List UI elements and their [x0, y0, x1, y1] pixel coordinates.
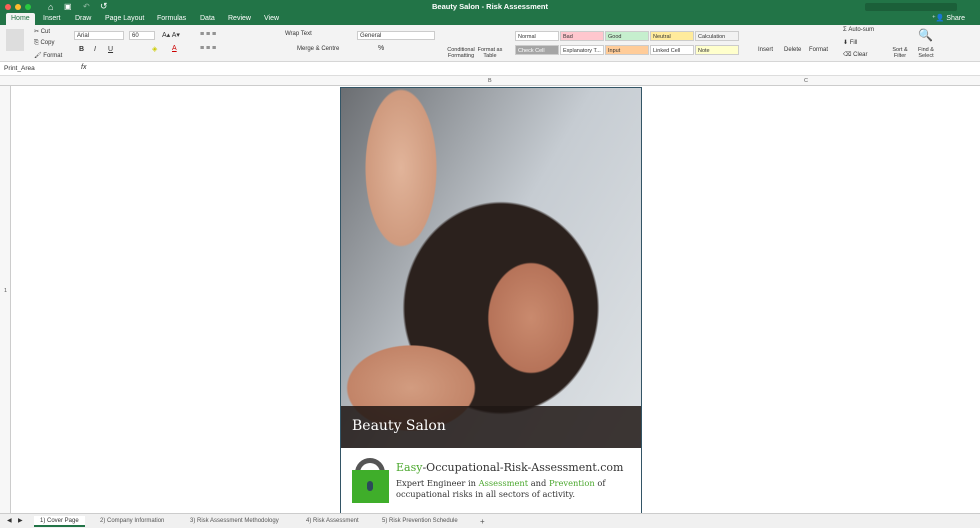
- name-box[interactable]: Print_Area: [4, 65, 35, 72]
- sheet-tab-risk-assessment-methodology[interactable]: 3) Risk Assessment Methodology: [184, 516, 285, 527]
- font-size-select[interactable]: 60: [129, 31, 155, 40]
- row-headers: 1: [0, 86, 11, 513]
- increase-font-button[interactable]: A▴ A▾: [162, 31, 180, 39]
- tagline-assessment: Assessment: [478, 478, 529, 488]
- ribbon: ✂ Cut ⎘ Copy 🖌 Format Arial 60 A▴ A▾ B I…: [0, 25, 980, 62]
- fx-icon: fx: [81, 64, 87, 71]
- column-header-c[interactable]: C: [804, 78, 808, 84]
- beauty-salon-photo: [341, 88, 641, 448]
- format-label: Format: [43, 53, 63, 59]
- tagline: Expert Engineer in Assessment and Preven…: [396, 478, 636, 500]
- percent-button[interactable]: %: [378, 45, 384, 52]
- tab-data[interactable]: Data: [195, 13, 220, 25]
- row-header-1[interactable]: 1: [4, 288, 7, 294]
- cell-style-linked-cell[interactable]: Linked Cell: [650, 45, 694, 55]
- format-painter-button[interactable]: 🖌 Format: [34, 52, 62, 59]
- copy-button[interactable]: ⎘ Copy: [34, 40, 54, 47]
- cell-style-good[interactable]: Good: [605, 31, 649, 41]
- bold-button[interactable]: B: [79, 46, 84, 53]
- fill-label: Fill: [849, 40, 858, 46]
- scroll-tabs-left-icon[interactable]: ◀: [7, 517, 12, 524]
- sheet-tab-cover-page[interactable]: 1) Cover Page: [34, 516, 85, 527]
- tab-home[interactable]: Home: [6, 13, 35, 25]
- format-cells-button[interactable]: Format: [809, 47, 828, 53]
- italic-button[interactable]: I: [94, 46, 96, 53]
- find-select-button[interactable]: Find & Select: [916, 47, 936, 59]
- site-name-rest: -Occupational-Risk-Assessment.com: [422, 461, 624, 474]
- site-name: Easy-Occupational-Risk-Assessment.com: [396, 461, 623, 474]
- cell-style-calculation[interactable]: Calculation: [695, 31, 739, 41]
- tab-view[interactable]: View: [259, 13, 284, 25]
- number-format-select[interactable]: General: [357, 31, 435, 40]
- cell-style-bad[interactable]: Bad: [560, 31, 604, 41]
- sheet-tab-risk-prevention-schedule[interactable]: 5) Risk Prevention Schedule: [376, 516, 464, 527]
- merge-centre-button[interactable]: Merge & Centre: [297, 46, 339, 52]
- cut-label: Cut: [40, 29, 51, 35]
- underline-button[interactable]: U: [108, 46, 113, 53]
- delete-cells-button[interactable]: Delete: [784, 47, 801, 53]
- column-headers: B C: [0, 76, 980, 86]
- clear-button[interactable]: ⌫ Clear: [843, 51, 868, 58]
- tab-page-layout[interactable]: Page Layout: [100, 13, 149, 25]
- tab-draw[interactable]: Draw: [70, 13, 96, 25]
- clear-label: Clear: [853, 52, 868, 58]
- sheet-tab-risk-assessment[interactable]: 4) Risk Assessment: [300, 516, 365, 527]
- font-select[interactable]: Arial: [74, 31, 124, 40]
- share-label: Share: [946, 15, 966, 22]
- sheet-tab-bar: ◀ ▶ 1) Cover Page 2) Company Information…: [0, 513, 980, 528]
- tab-review[interactable]: Review: [223, 13, 256, 25]
- cell-style-check-cell[interactable]: Check Cell: [515, 45, 559, 55]
- tagline-part: and: [528, 478, 549, 488]
- conditional-formatting-button[interactable]: Conditional Formatting: [445, 47, 477, 59]
- cell-style-input[interactable]: Input: [605, 45, 649, 55]
- formula-input[interactable]: [95, 64, 965, 74]
- cell-style-normal[interactable]: Normal: [515, 31, 559, 41]
- font-color-icon[interactable]: A: [172, 45, 177, 52]
- align-top-icon[interactable]: ≡ ≡ ≡: [200, 31, 216, 38]
- cell-style-neutral[interactable]: Neutral: [650, 31, 694, 41]
- scroll-tabs-right-icon[interactable]: ▶: [18, 517, 23, 524]
- cell-style-explanatory-t[interactable]: Explanatory T...: [560, 45, 604, 55]
- search-icon: 🔍: [918, 28, 933, 42]
- tab-insert[interactable]: Insert: [38, 13, 66, 25]
- align-left-icon[interactable]: ≡ ≡ ≡: [200, 45, 216, 52]
- cover-caption: Beauty Salon: [341, 406, 641, 448]
- window-title: Beauty Salon - Risk Assessment: [431, 2, 548, 11]
- insert-cells-button[interactable]: Insert: [758, 47, 773, 53]
- title-bar: ⌂ ▣ ↶ ↺ Beauty Salon - Risk Assessment ⁺…: [0, 0, 980, 25]
- search-input[interactable]: [865, 3, 957, 11]
- wrap-text-button[interactable]: Wrap Text: [285, 31, 312, 37]
- copy-label: Copy: [40, 40, 55, 46]
- cell-style-note[interactable]: Note: [695, 45, 739, 55]
- autosum-button[interactable]: Σ Auto-sum: [843, 27, 874, 33]
- share-button[interactable]: ⁺👤 Share: [932, 14, 965, 22]
- cut-button[interactable]: ✂ Cut: [34, 28, 50, 35]
- keyhole-icon: [367, 481, 373, 491]
- tab-formulas[interactable]: Formulas: [152, 13, 191, 25]
- add-sheet-button[interactable]: +: [474, 516, 491, 527]
- tagline-prevention: Prevention: [548, 478, 595, 488]
- sort-filter-button[interactable]: Sort & Filter: [890, 47, 910, 59]
- formula-bar: Print_Area fx: [0, 62, 980, 76]
- sheet-tab-company-information[interactable]: 2) Company Information: [94, 516, 170, 527]
- column-header-b[interactable]: B: [488, 78, 492, 84]
- tagline-part: Expert Engineer in: [396, 478, 479, 488]
- paste-button[interactable]: [6, 29, 24, 51]
- fill-button[interactable]: ⬇ Fill: [843, 39, 857, 46]
- fill-color-icon[interactable]: ◈: [152, 45, 157, 53]
- cover-image: Beauty Salon Easy-Occupational-Risk-Asse…: [340, 87, 642, 514]
- site-name-prefix: Easy: [396, 461, 423, 474]
- logo-banner: Easy-Occupational-Risk-Assessment.com Ex…: [341, 448, 641, 513]
- autosum-label: Auto-sum: [848, 27, 875, 33]
- format-as-table-button[interactable]: Format as Table: [477, 47, 503, 59]
